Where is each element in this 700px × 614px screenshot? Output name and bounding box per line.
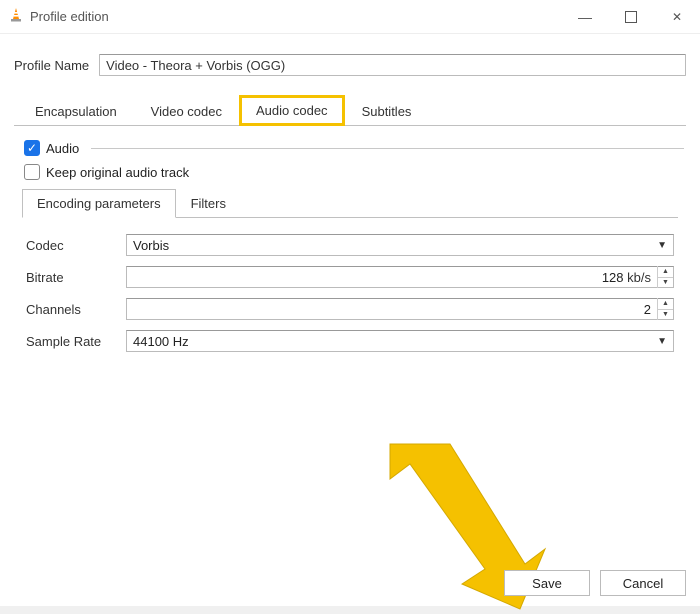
spin-up-icon[interactable]: ▲ xyxy=(658,298,673,310)
spin-down-icon[interactable]: ▼ xyxy=(658,310,673,321)
bitrate-spinner[interactable]: ▲▼ xyxy=(657,266,673,288)
close-button[interactable] xyxy=(654,0,700,34)
window-title: Profile edition xyxy=(24,9,562,24)
subtab-encoding[interactable]: Encoding parameters xyxy=(22,189,176,218)
channels-input[interactable]: 2 ▲▼ xyxy=(126,298,674,320)
spin-down-icon[interactable]: ▼ xyxy=(658,278,673,289)
samplerate-label: Sample Rate xyxy=(26,334,116,349)
spin-up-icon[interactable]: ▲ xyxy=(658,266,673,278)
tab-encapsulation[interactable]: Encapsulation xyxy=(18,96,134,126)
profile-name-input[interactable] xyxy=(99,54,686,76)
chevron-down-icon: ▼ xyxy=(657,240,667,251)
keep-original-label: Keep original audio track xyxy=(46,165,189,180)
samplerate-value: 44100 Hz xyxy=(133,334,189,349)
tab-audio-codec[interactable]: Audio codec xyxy=(239,95,345,126)
main-tabs: Encapsulation Video codec Audio codec Su… xyxy=(14,94,686,126)
channels-spinner[interactable]: ▲▼ xyxy=(657,298,673,320)
samplerate-select[interactable]: 44100 Hz ▼ xyxy=(126,330,674,352)
bitrate-input[interactable]: 128 kb/s ▲▼ xyxy=(126,266,674,288)
titlebar: Profile edition — xyxy=(0,0,700,34)
tab-video-codec[interactable]: Video codec xyxy=(134,96,239,126)
maximize-button[interactable] xyxy=(608,0,654,34)
audio-checkbox-label: Audio xyxy=(46,141,79,156)
fieldset-divider xyxy=(91,148,684,149)
bitrate-unit: kb/s xyxy=(627,270,651,285)
audio-pane: ✓ Audio Keep original audio track Encodi… xyxy=(14,126,686,380)
codec-label: Codec xyxy=(26,238,116,253)
profile-name-label: Profile Name xyxy=(14,58,89,73)
tab-subtitles[interactable]: Subtitles xyxy=(345,96,429,126)
channels-value: 2 xyxy=(644,302,657,317)
save-button[interactable]: Save xyxy=(504,570,590,596)
codec-select[interactable]: Vorbis ▼ xyxy=(126,234,674,256)
keep-original-checkbox[interactable] xyxy=(24,164,40,180)
minimize-button[interactable]: — xyxy=(562,0,608,34)
codec-value: Vorbis xyxy=(133,238,169,253)
cancel-button[interactable]: Cancel xyxy=(600,570,686,596)
bitrate-value: 128 xyxy=(602,270,624,285)
subtab-filters[interactable]: Filters xyxy=(176,189,241,218)
vlc-icon xyxy=(8,7,24,26)
chevron-down-icon: ▼ xyxy=(657,336,667,347)
bitrate-label: Bitrate xyxy=(26,270,116,285)
encoding-form: Codec Vorbis ▼ Bitrate 128 kb/s ▲▼ Chann… xyxy=(22,224,678,372)
channels-label: Channels xyxy=(26,302,116,317)
audio-checkbox[interactable]: ✓ xyxy=(24,140,40,156)
audio-subtabs: Encoding parameters Filters xyxy=(22,188,678,218)
